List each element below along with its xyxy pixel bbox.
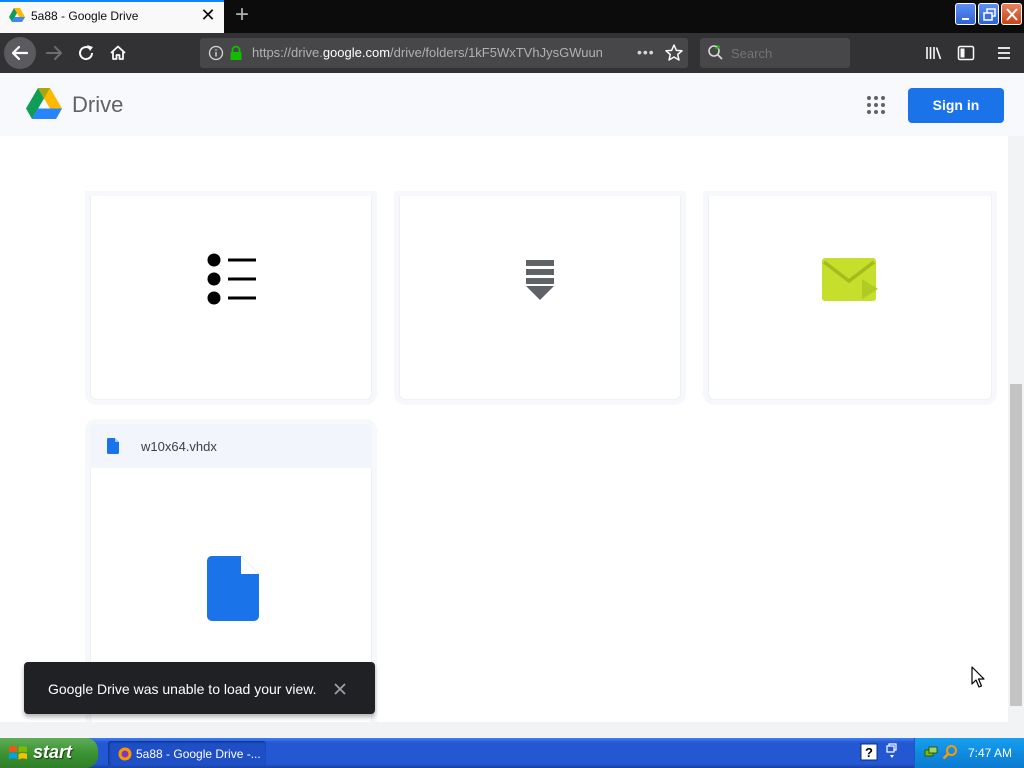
snackbar-message: Google Drive was unable to load your vie… (48, 681, 317, 697)
scrollbar-thumb[interactable] (1010, 384, 1022, 706)
svg-text:?: ? (865, 745, 873, 760)
lock-icon (230, 45, 242, 60)
page-actions-icon[interactable]: ••• (637, 44, 655, 62)
tab-close-icon[interactable]: ✕ (198, 4, 218, 26)
restore-window-button[interactable] (978, 3, 999, 25)
home-icon[interactable] (104, 39, 132, 67)
forward-arrow-icon[interactable] (40, 39, 68, 67)
close-window-button[interactable] (1001, 3, 1022, 25)
file-icon (107, 438, 119, 454)
video-mail-icon (822, 258, 878, 301)
drive-logo-icon[interactable] (26, 88, 62, 120)
tab-title: 5a88 - Google Drive (31, 9, 139, 23)
close-icon[interactable] (331, 680, 349, 698)
search-tray-icon[interactable] (942, 744, 958, 760)
reload-icon[interactable] (72, 39, 100, 67)
start-label[interactable]: start (33, 742, 72, 763)
list-icon (207, 253, 256, 305)
sign-in-button[interactable]: Sign in (908, 88, 1004, 123)
search-icon (708, 45, 723, 60)
file-icon (206, 556, 259, 621)
info-icon[interactable] (208, 45, 224, 61)
firefox-icon (118, 747, 132, 761)
drive-title[interactable]: Drive (72, 92, 123, 118)
new-tab-button[interactable]: + (230, 3, 254, 29)
library-icon[interactable] (924, 43, 944, 63)
mouse-cursor-icon (971, 666, 985, 688)
archive-icon (526, 260, 554, 300)
restore-bar-icon[interactable] (884, 742, 900, 760)
help-icon[interactable]: ? (860, 743, 878, 761)
search-input[interactable]: Search (731, 46, 772, 61)
minimize-window-button[interactable] (955, 3, 976, 25)
network-icon[interactable] (923, 744, 939, 760)
url-text[interactable]: https://drive.google.com/drive/folders/1… (252, 45, 602, 60)
back-arrow-icon (11, 45, 29, 61)
apps-grid-icon[interactable] (866, 95, 886, 115)
page-footer-strip (0, 722, 1024, 738)
bookmark-star-icon[interactable] (664, 43, 684, 63)
clock: 7:47 AM (968, 746, 1013, 760)
file-card-header[interactable] (90, 424, 372, 468)
windows-flag-icon (9, 746, 27, 760)
menu-icon[interactable] (994, 43, 1014, 63)
sidebar-icon[interactable] (956, 43, 976, 63)
back-button[interactable] (4, 37, 36, 69)
file-name[interactable]: w10x64.vhdx (141, 439, 217, 454)
taskbar-window-label[interactable]: 5a88 - Google Drive -... (136, 747, 261, 761)
drive-favicon-icon (9, 8, 25, 22)
